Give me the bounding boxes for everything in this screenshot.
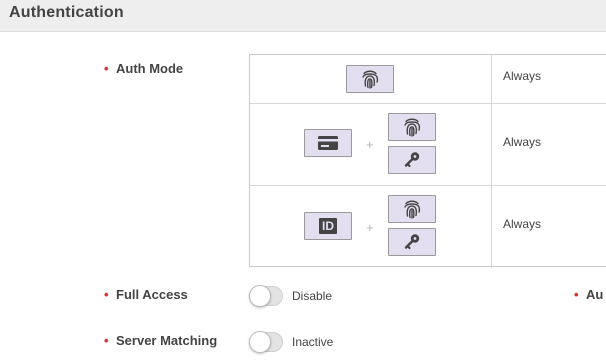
required-marker: • [104,333,109,348]
auth-mode-value: Always [503,69,542,83]
server-matching-state: Inactive [292,335,334,349]
auth-mode-row[interactable]: + Always [250,104,606,186]
auth-mode-row[interactable]: ID + Always [250,186,606,268]
auth-mode-label: Auth Mode [116,61,184,76]
fingerprint-icon[interactable] [388,195,436,223]
required-marker: • [104,61,109,76]
full-access-state: Disable [292,289,333,303]
section-title: Authentication [9,4,124,21]
full-access-label: Full Access [116,287,188,302]
fingerprint-icon[interactable] [346,65,394,93]
key-icon[interactable] [388,228,436,256]
fingerprint-icon[interactable] [388,113,436,141]
required-marker: • [104,287,109,302]
toggle-knob [249,285,271,307]
full-access-toggle[interactable] [249,285,283,307]
cell-divider [491,186,492,268]
key-icon[interactable] [388,146,436,174]
auth-mode-value: Always [503,135,542,149]
required-marker: • [574,287,579,302]
plus-icon: + [366,137,374,152]
cell-divider [491,55,492,103]
section-header: Authentication [0,0,606,32]
right-field-label: Au [586,287,604,302]
plus-icon: + [366,220,374,235]
auth-mode-value: Always [503,217,542,231]
cell-divider [491,104,492,185]
card-icon[interactable] [304,129,352,157]
toggle-knob [249,331,271,353]
server-matching-toggle[interactable] [249,331,283,353]
id-icon[interactable]: ID [304,212,352,240]
server-matching-label: Server Matching [116,333,218,348]
auth-mode-row[interactable]: Always [250,55,606,104]
auth-mode-table: Always + Always ID + Always [249,54,606,268]
id-icon-label: ID [319,218,337,234]
